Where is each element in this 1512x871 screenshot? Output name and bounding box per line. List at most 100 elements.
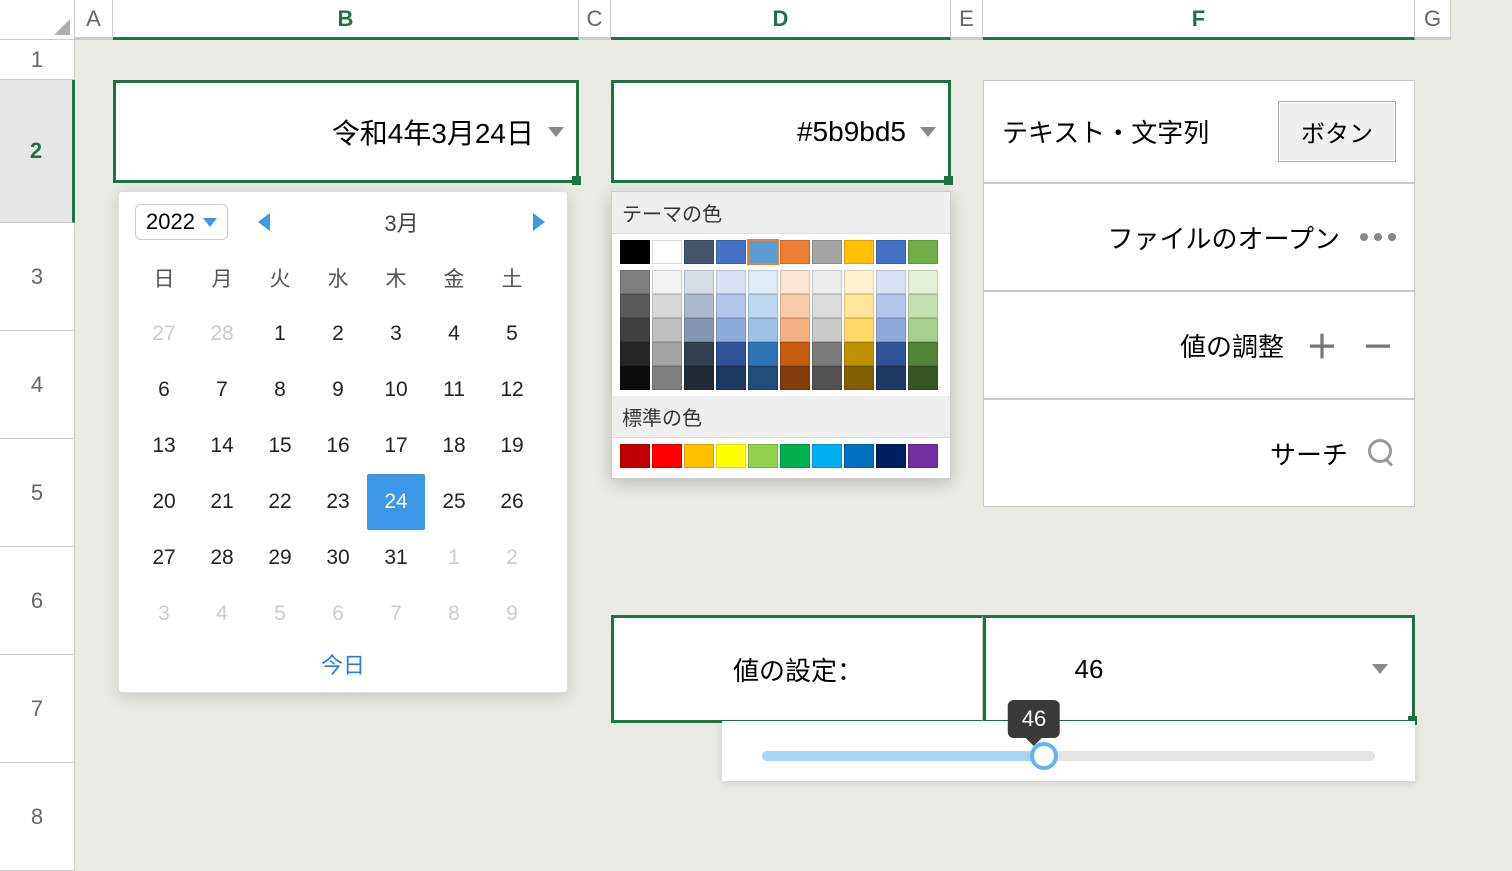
color-swatch[interactable] (716, 240, 746, 264)
year-select[interactable]: 2022 (135, 204, 228, 240)
color-swatch[interactable] (844, 342, 874, 366)
color-swatch[interactable] (844, 270, 874, 294)
color-swatch[interactable] (652, 240, 682, 264)
color-swatch[interactable] (748, 240, 778, 264)
color-swatch[interactable] (876, 294, 906, 318)
calendar-day[interactable]: 26 (483, 474, 541, 530)
color-swatch[interactable] (716, 366, 746, 390)
calendar-day[interactable]: 5 (483, 306, 541, 362)
calendar-day[interactable]: 29 (251, 530, 309, 586)
color-swatch[interactable] (780, 366, 810, 390)
color-picker-cell[interactable]: #5b9bd5 (611, 80, 951, 183)
plus-icon[interactable]: ＋ (1304, 322, 1340, 368)
color-swatch[interactable] (748, 270, 778, 294)
calendar-day[interactable]: 3 (367, 306, 425, 362)
row-header-6[interactable]: 6 (0, 547, 75, 655)
calendar-day[interactable]: 5 (251, 586, 309, 642)
color-swatch[interactable] (780, 318, 810, 342)
color-swatch[interactable] (620, 342, 650, 366)
color-swatch[interactable] (780, 240, 810, 264)
next-month-icon[interactable] (533, 213, 545, 231)
selection-handle[interactable] (572, 176, 581, 185)
color-swatch[interactable] (684, 366, 714, 390)
color-swatch[interactable] (620, 240, 650, 264)
color-swatch[interactable] (684, 342, 714, 366)
calendar-day[interactable]: 12 (483, 362, 541, 418)
color-swatch[interactable] (684, 240, 714, 264)
color-swatch[interactable] (780, 294, 810, 318)
row-header-4[interactable]: 4 (0, 331, 75, 439)
color-swatch[interactable] (748, 294, 778, 318)
color-swatch[interactable] (652, 270, 682, 294)
calendar-day[interactable]: 18 (425, 418, 483, 474)
color-swatch[interactable] (620, 270, 650, 294)
calendar-day[interactable]: 7 (193, 362, 251, 418)
calendar-day[interactable]: 19 (483, 418, 541, 474)
color-swatch[interactable] (812, 366, 842, 390)
color-swatch[interactable] (812, 342, 842, 366)
row-header-7[interactable]: 7 (0, 655, 75, 763)
color-swatch[interactable] (908, 444, 938, 468)
calendar-day[interactable]: 8 (251, 362, 309, 418)
calendar-day[interactable]: 30 (309, 530, 367, 586)
calendar-day[interactable]: 8 (425, 586, 483, 642)
color-swatch[interactable] (748, 444, 778, 468)
color-swatch[interactable] (716, 444, 746, 468)
calendar-day[interactable]: 2 (309, 306, 367, 362)
color-swatch[interactable] (876, 366, 906, 390)
calendar-day[interactable]: 28 (193, 306, 251, 362)
color-swatch[interactable] (780, 444, 810, 468)
color-swatch[interactable] (812, 294, 842, 318)
calendar-day[interactable]: 10 (367, 362, 425, 418)
calendar-day[interactable]: 17 (367, 418, 425, 474)
calendar-day[interactable]: 31 (367, 530, 425, 586)
col-header-b[interactable]: B (113, 0, 579, 40)
color-swatch[interactable] (684, 294, 714, 318)
color-swatch[interactable] (684, 318, 714, 342)
color-swatch[interactable] (652, 294, 682, 318)
calendar-day[interactable]: 9 (483, 586, 541, 642)
calendar-day[interactable]: 14 (193, 418, 251, 474)
calendar-day[interactable]: 9 (309, 362, 367, 418)
today-link[interactable]: 今日 (135, 642, 551, 680)
color-swatch[interactable] (716, 270, 746, 294)
file-open-cell[interactable]: ファイルのオープン (983, 183, 1415, 291)
calendar-day[interactable]: 24 (367, 474, 425, 530)
calendar-day[interactable]: 13 (135, 418, 193, 474)
color-swatch[interactable] (748, 366, 778, 390)
row-header-2[interactable]: 2 (0, 80, 75, 223)
calendar-day[interactable]: 6 (135, 362, 193, 418)
calendar-day[interactable]: 2 (483, 530, 541, 586)
col-header-f[interactable]: F (983, 0, 1415, 40)
color-swatch[interactable] (908, 366, 938, 390)
color-swatch[interactable] (876, 270, 906, 294)
calendar-day[interactable]: 22 (251, 474, 309, 530)
date-picker-cell[interactable]: 令和4年3月24日 (113, 80, 579, 183)
col-header-a[interactable]: A (75, 0, 113, 40)
calendar-day[interactable]: 25 (425, 474, 483, 530)
color-swatch[interactable] (908, 342, 938, 366)
color-swatch[interactable] (908, 294, 938, 318)
minus-icon[interactable]: － (1360, 322, 1396, 368)
search-cell[interactable]: サーチ (983, 399, 1415, 507)
color-swatch[interactable] (812, 318, 842, 342)
color-swatch[interactable] (748, 318, 778, 342)
color-swatch[interactable] (620, 366, 650, 390)
row-header-3[interactable]: 3 (0, 223, 75, 331)
prev-month-icon[interactable] (258, 213, 270, 231)
calendar-day[interactable]: 20 (135, 474, 193, 530)
calendar-day[interactable]: 4 (193, 586, 251, 642)
selection-handle[interactable] (944, 176, 953, 185)
value-label-cell[interactable]: 値の設定： (611, 615, 983, 723)
color-swatch[interactable] (876, 240, 906, 264)
color-swatch[interactable] (844, 294, 874, 318)
slider-track[interactable]: 46 (762, 751, 1375, 761)
action-button[interactable]: ボタン (1278, 101, 1396, 162)
calendar-day[interactable]: 1 (251, 306, 309, 362)
color-swatch[interactable] (716, 318, 746, 342)
calendar-day[interactable]: 27 (135, 530, 193, 586)
color-swatch[interactable] (652, 318, 682, 342)
calendar-day[interactable]: 27 (135, 306, 193, 362)
color-swatch[interactable] (652, 444, 682, 468)
color-swatch[interactable] (908, 318, 938, 342)
